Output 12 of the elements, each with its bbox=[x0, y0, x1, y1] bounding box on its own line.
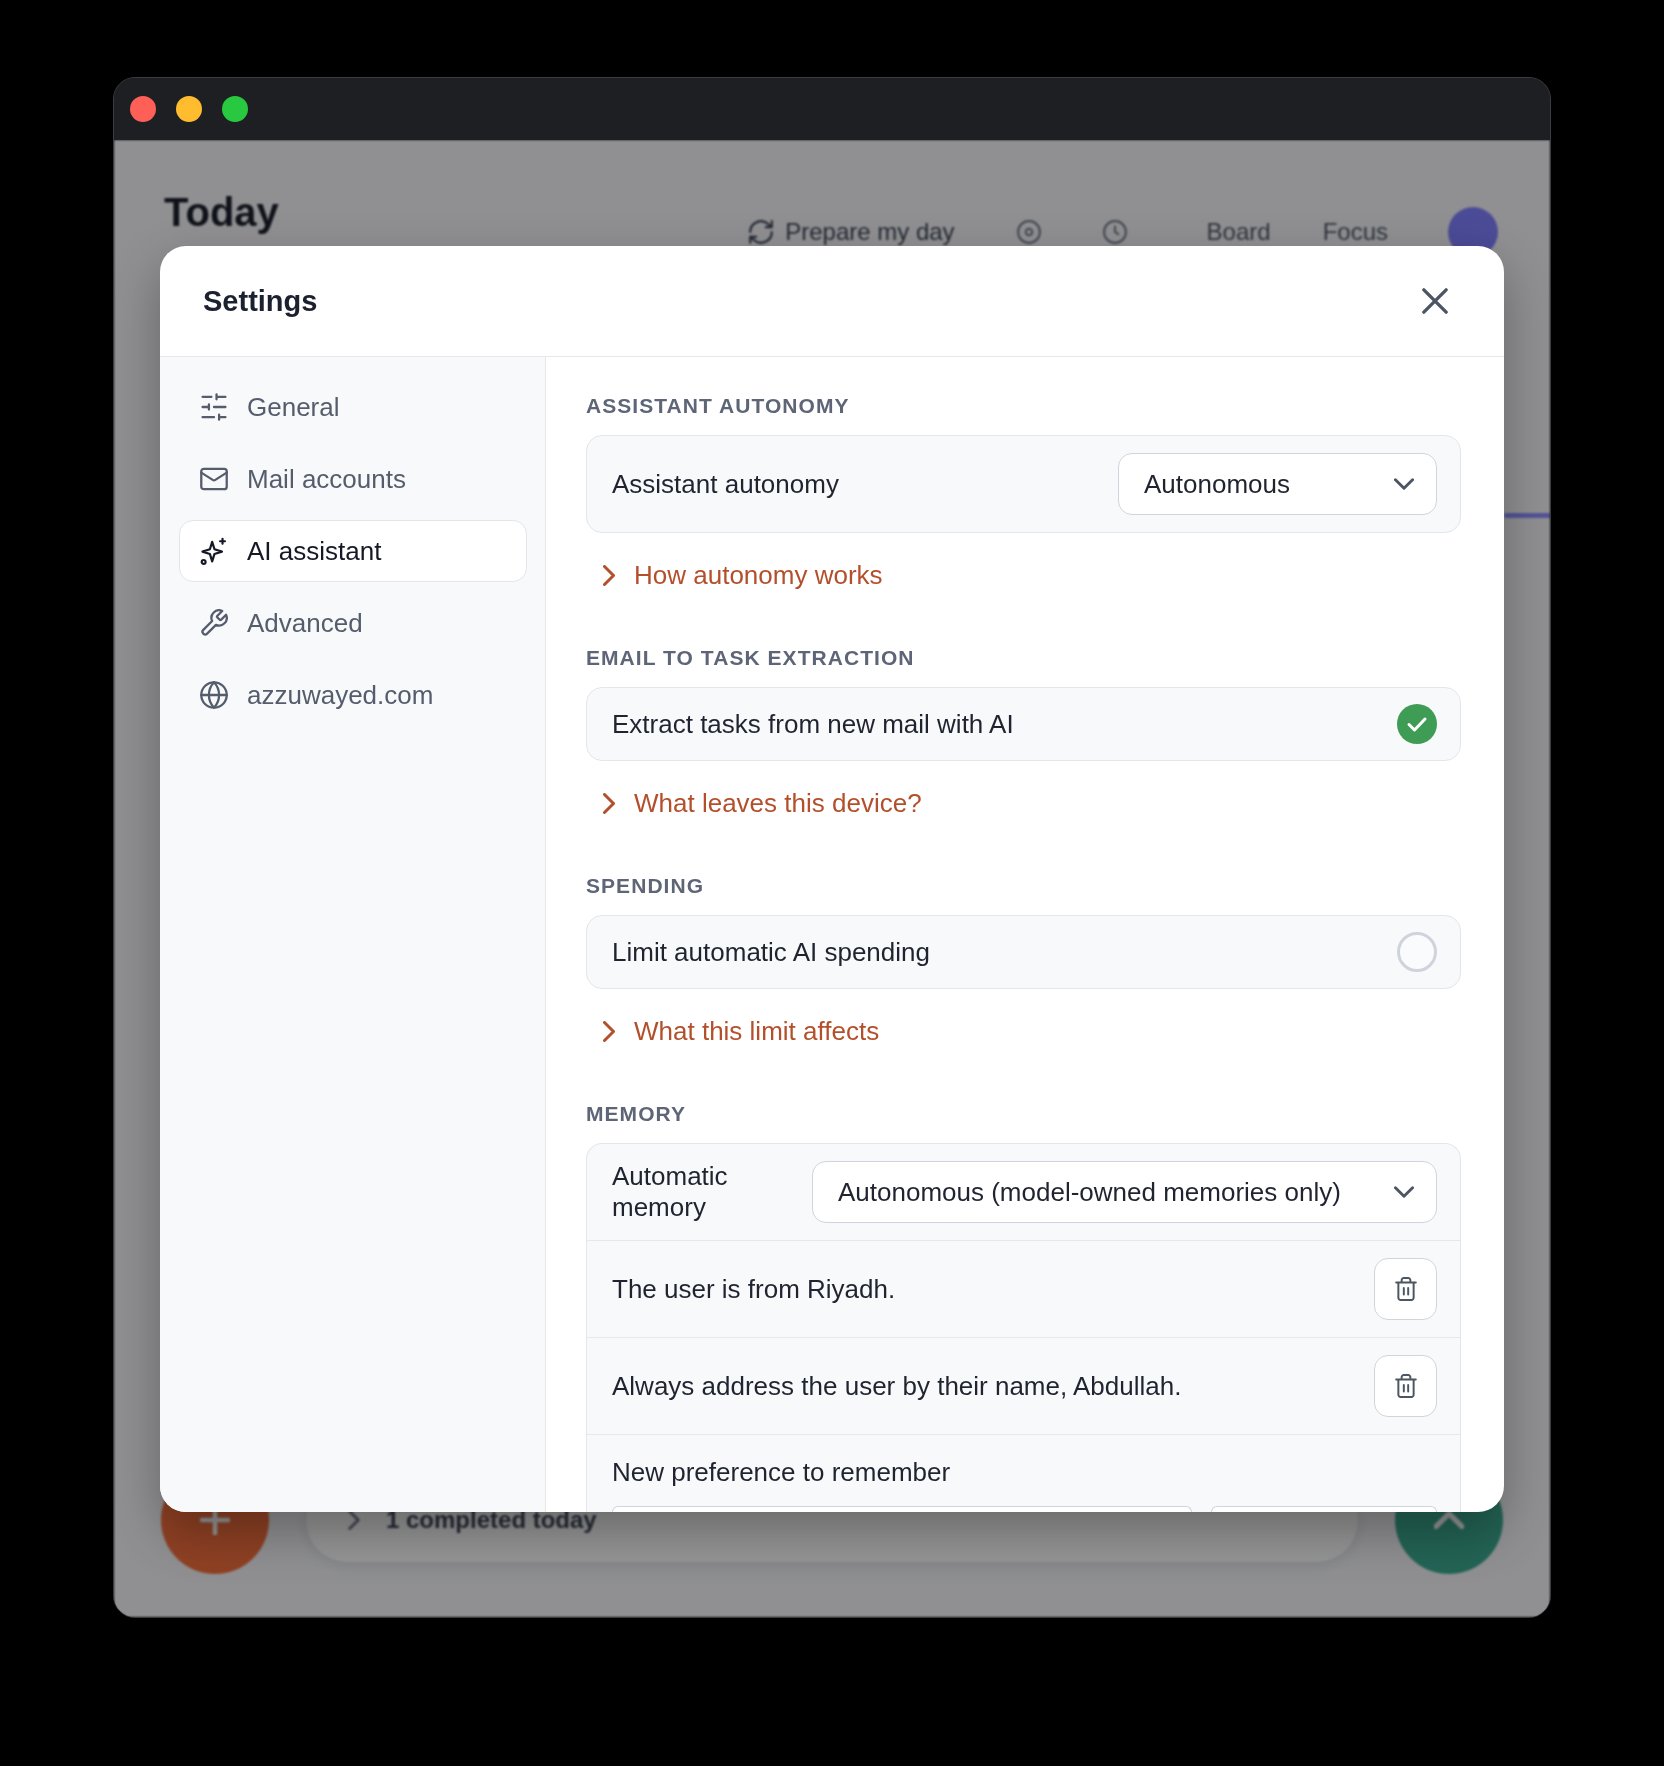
section-heading: SPENDING bbox=[586, 873, 706, 898]
section-heading: MEMORY bbox=[586, 1101, 688, 1126]
dialog-title: Settings bbox=[203, 283, 318, 319]
memory-text: The user is from Riyadh. bbox=[612, 1272, 896, 1306]
setting-label: Assistant autonomy bbox=[612, 467, 839, 501]
memory-text: Always address the user by their name, Abdullah. bbox=[612, 1369, 1182, 1403]
setting-label: Extract tasks from new mail with AI bbox=[612, 707, 1014, 741]
setting-label: Limit automatic AI spending bbox=[612, 935, 930, 969]
page-title: Today bbox=[164, 189, 279, 236]
section-heading: EMAIL TO TASK EXTRACTION bbox=[586, 645, 916, 670]
section-heading: ASSISTANT AUTONOMY bbox=[586, 393, 851, 418]
setting-label: Automatic memory bbox=[612, 1161, 729, 1223]
